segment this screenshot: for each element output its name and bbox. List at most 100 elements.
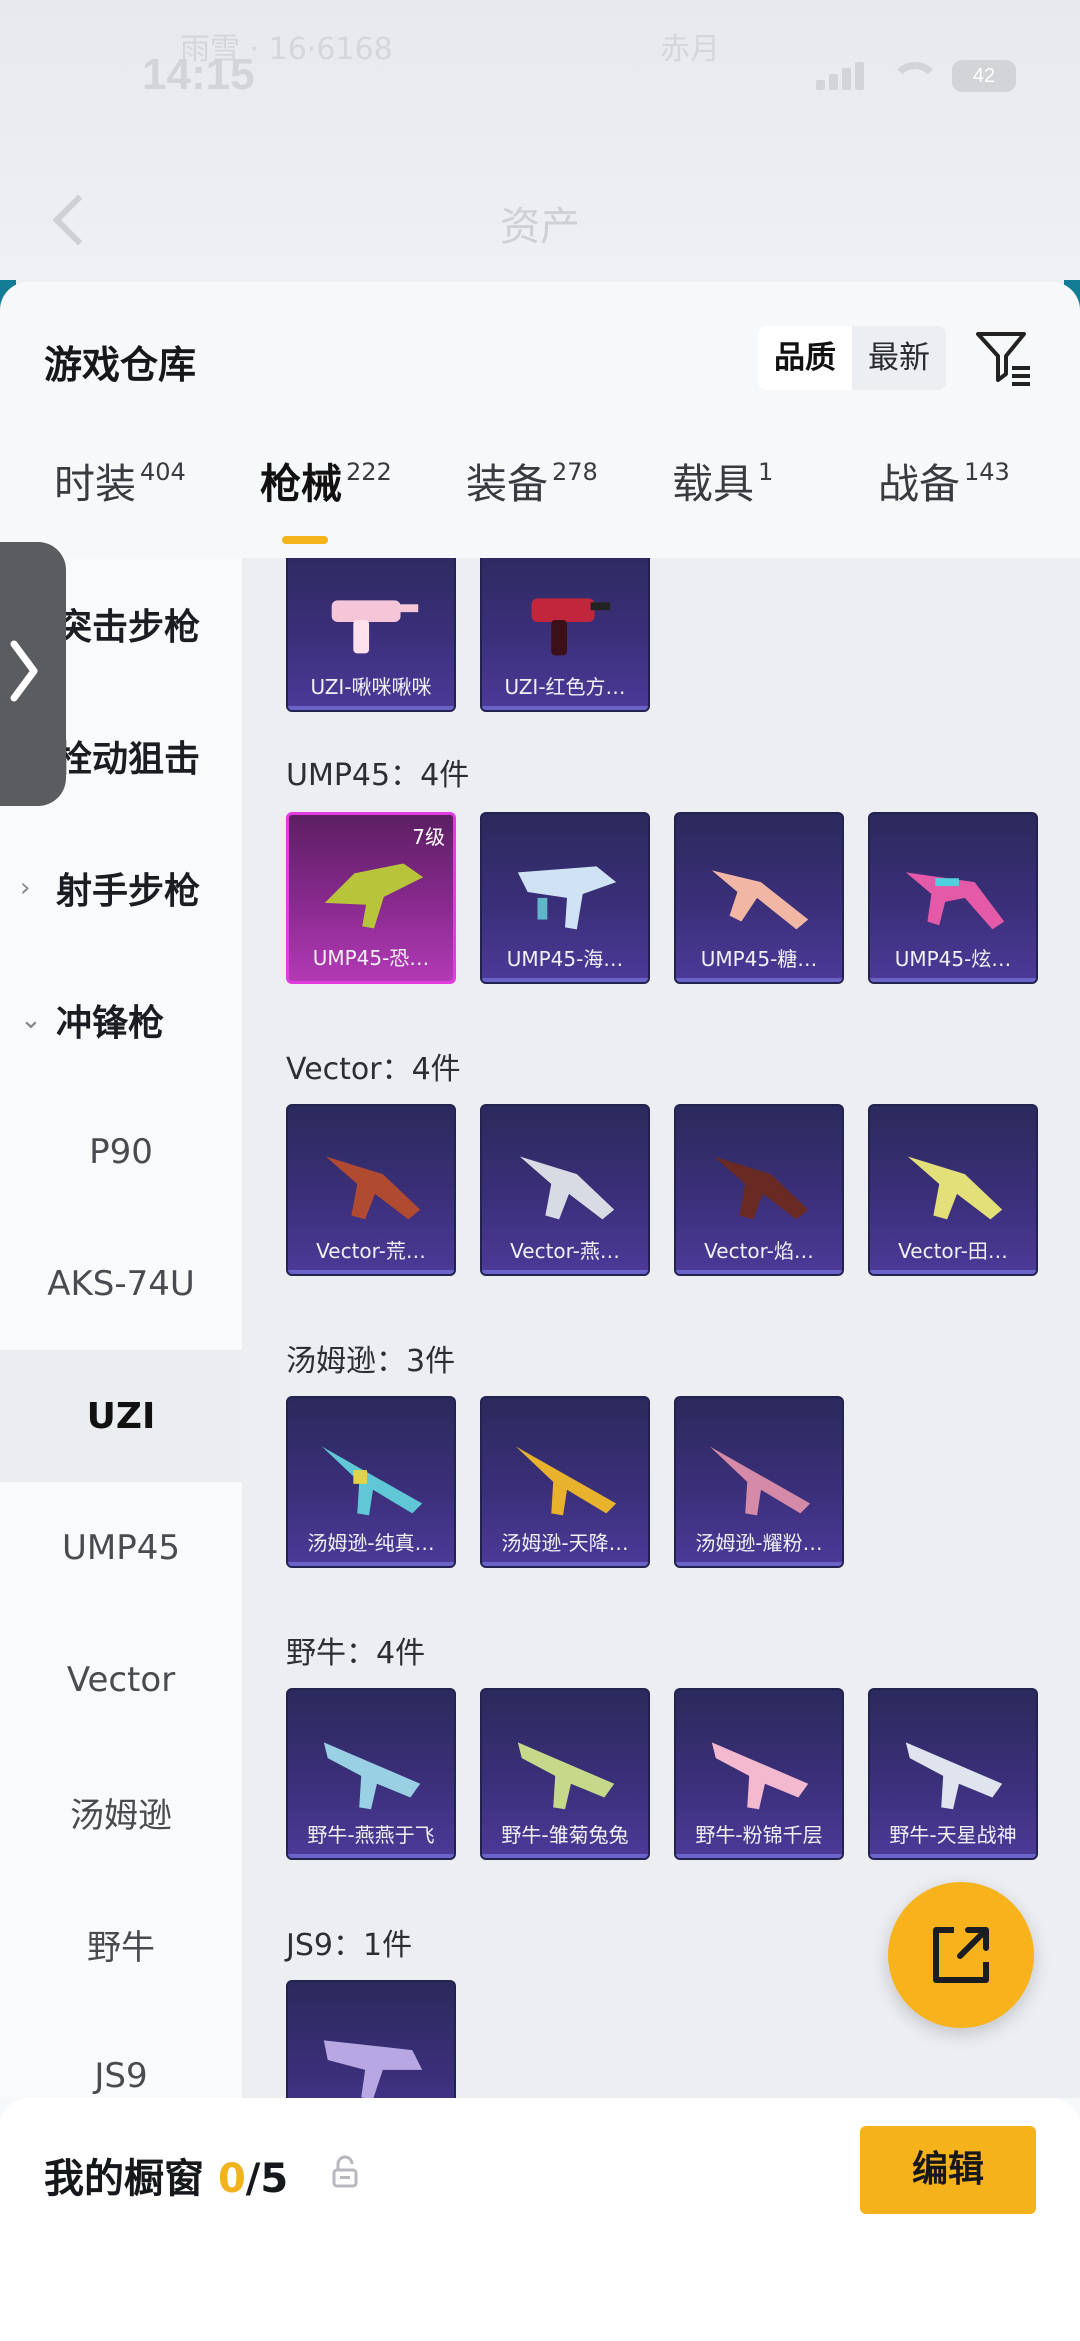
active-tab-indicator [282,536,328,544]
smg-skin-icon [713,1156,809,1220]
sidebar-item-label: 射手步枪 [56,871,201,912]
filter-icon[interactable] [974,328,1034,388]
tab-supplies[interactable]: 战备 143 [878,450,1010,510]
smg-skin-icon [711,870,809,930]
card-accent-bar [676,1562,842,1566]
tab-firearms[interactable]: 枪械 222 [260,450,392,510]
card-accent-bar [482,978,648,982]
sidebar-item-ump45[interactable]: UMP45 [0,1482,242,1614]
notification-overlay-text-right: 赤月 [660,32,720,67]
skin-card[interactable]: Vector-焰… [674,1104,844,1276]
tab-label: 战备 [878,460,960,508]
smg-skin-icon [907,1156,1003,1220]
edit-button[interactable]: 编辑 [860,2126,1036,2214]
skin-card[interactable]: 野牛-雏菊兔兔 [480,1688,650,1860]
skin-name: 野牛-雏菊兔兔 [501,1823,629,1847]
smg-skin-icon [709,1446,811,1516]
skin-card[interactable]: 汤姆逊-天降… [480,1396,650,1568]
skin-card[interactable]: UZI-啾咪啾咪 [286,558,456,712]
tab-fashion[interactable]: 时装 404 [54,450,186,510]
tab-count: 278 [552,458,598,486]
showcase-count: 0 [217,2156,246,2202]
skin-name: UMP45-恐… [312,946,430,970]
sidebar-item-label: 栓动狙击 [56,739,201,780]
page-title: 资产 [500,204,580,250]
sidebar-item-aks74u[interactable]: AKS-74U [0,1218,242,1350]
skin-card[interactable]: UMP45-海… [480,812,650,984]
smg-skin-icon [517,1742,615,1810]
group-title: Vector：4件 [286,1052,461,1087]
category-tabs: 时装 404 枪械 222 装备 278 载具 1 战备 143 [0,452,1080,562]
group-title: UMP45：4件 [286,758,470,793]
skin-card[interactable]: UZI-红色方… [480,558,650,712]
card-accent-bar [288,1270,454,1274]
card-accent-bar [870,1854,1036,1858]
sort-newest-option[interactable]: 最新 [852,326,946,390]
skin-name: 野牛-粉锦千层 [695,1823,823,1847]
skin-card[interactable]: Vector-燕… [480,1104,650,1276]
skin-name: UMP45-糖… [700,947,818,971]
tab-count: 222 [346,458,392,486]
skin-card[interactable]: 汤姆逊-耀粉… [674,1396,844,1568]
skin-card[interactable]: 野牛-天星战神 [868,1688,1038,1860]
status-bar: 雨雪 · 16·6168 赤月 14:15 42 [0,32,1080,120]
sidebar-item-p90[interactable]: P90 [0,1086,242,1218]
share-fab-button[interactable] [888,1882,1034,2028]
sidebar-category-marksman-rifle[interactable]: › 射手步枪 [0,822,242,954]
tab-vehicles[interactable]: 载具 1 [672,450,773,510]
sidebar-item-label: 冲锋枪 [56,1003,165,1044]
card-accent-bar [288,1562,454,1566]
showcase-label: 我的橱窗 0/5 [44,2146,288,2204]
skin-grid: UZI-啾咪啾咪 UZI-红色方… UMP45：4件 7级 UMP45-恐… U… [242,558,1080,2098]
sidebar-item-bizon[interactable]: 野牛 [0,1878,242,2010]
sidebar-item-vector[interactable]: Vector [0,1614,242,1746]
sidebar-item-label: 突击步枪 [56,607,201,648]
skin-card[interactable]: Vector-荒… [286,1104,456,1276]
sidebar-item-thompson[interactable]: 汤姆逊 [0,1746,242,1878]
tab-equipment[interactable]: 装备 278 [466,450,598,510]
showcase-total: /5 [245,2156,289,2202]
chevron-right-icon [4,636,44,706]
skin-card[interactable]: Vector-田… [868,1104,1038,1276]
sidebar-category-smg[interactable]: ⌄ 冲锋枪 [0,954,242,1086]
tab-count: 1 [758,458,774,486]
skin-card[interactable]: 野牛-燕燕于飞 [286,1688,456,1860]
group-title: JS9：1件 [286,1928,413,1963]
smg-skin-icon [323,1742,421,1810]
skin-card[interactable]: 汤姆逊-纯真… [286,1396,456,1568]
external-link-icon [933,1927,989,1983]
card-accent-bar [482,1854,648,1858]
skin-card[interactable] [286,1980,456,2098]
group-title: 汤姆逊：3件 [286,1344,456,1379]
skin-card[interactable]: 野牛-粉锦千层 [674,1688,844,1860]
status-time: 14:15 [142,50,255,99]
skin-name: Vector-田… [898,1239,1008,1263]
side-panel-handle[interactable] [0,542,66,806]
tab-count: 404 [140,458,186,486]
cellular-signal-icon [816,62,864,90]
skin-name: Vector-燕… [510,1239,620,1263]
tab-label: 载具 [672,460,754,508]
tab-label: 装备 [466,460,548,508]
sort-toggle: 品质 最新 [758,326,946,390]
skin-card[interactable]: 7级 UMP45-恐… [286,812,456,984]
skin-name: 汤姆逊-纯真… [307,1531,435,1555]
chevron-down-icon: ⌄ [20,1005,42,1035]
smg-skin-icon [711,1742,809,1810]
card-accent-bar [288,706,454,710]
lock-icon [330,2154,360,2190]
showcase-bar: 我的橱窗 0/5 编辑 [0,2098,1080,2341]
skin-name: 野牛-天星战神 [889,1823,1017,1847]
sort-quality-option[interactable]: 品质 [758,326,852,390]
status-icons: 42 [816,60,1016,92]
skin-card[interactable]: UMP45-糖… [674,812,844,984]
sidebar-item-uzi[interactable]: UZI [0,1350,242,1482]
skin-name: UMP45-海… [506,947,624,971]
smg-skin-icon [321,1446,423,1516]
wifi-icon [886,60,940,92]
skin-name: UZI-啾咪啾咪 [310,675,432,699]
skin-name: 野牛-燕燕于飞 [307,1823,435,1847]
skin-card[interactable]: UMP45-炫… [868,812,1038,984]
card-accent-bar [482,706,648,710]
skin-name: 汤姆逊-耀粉… [695,1531,823,1555]
